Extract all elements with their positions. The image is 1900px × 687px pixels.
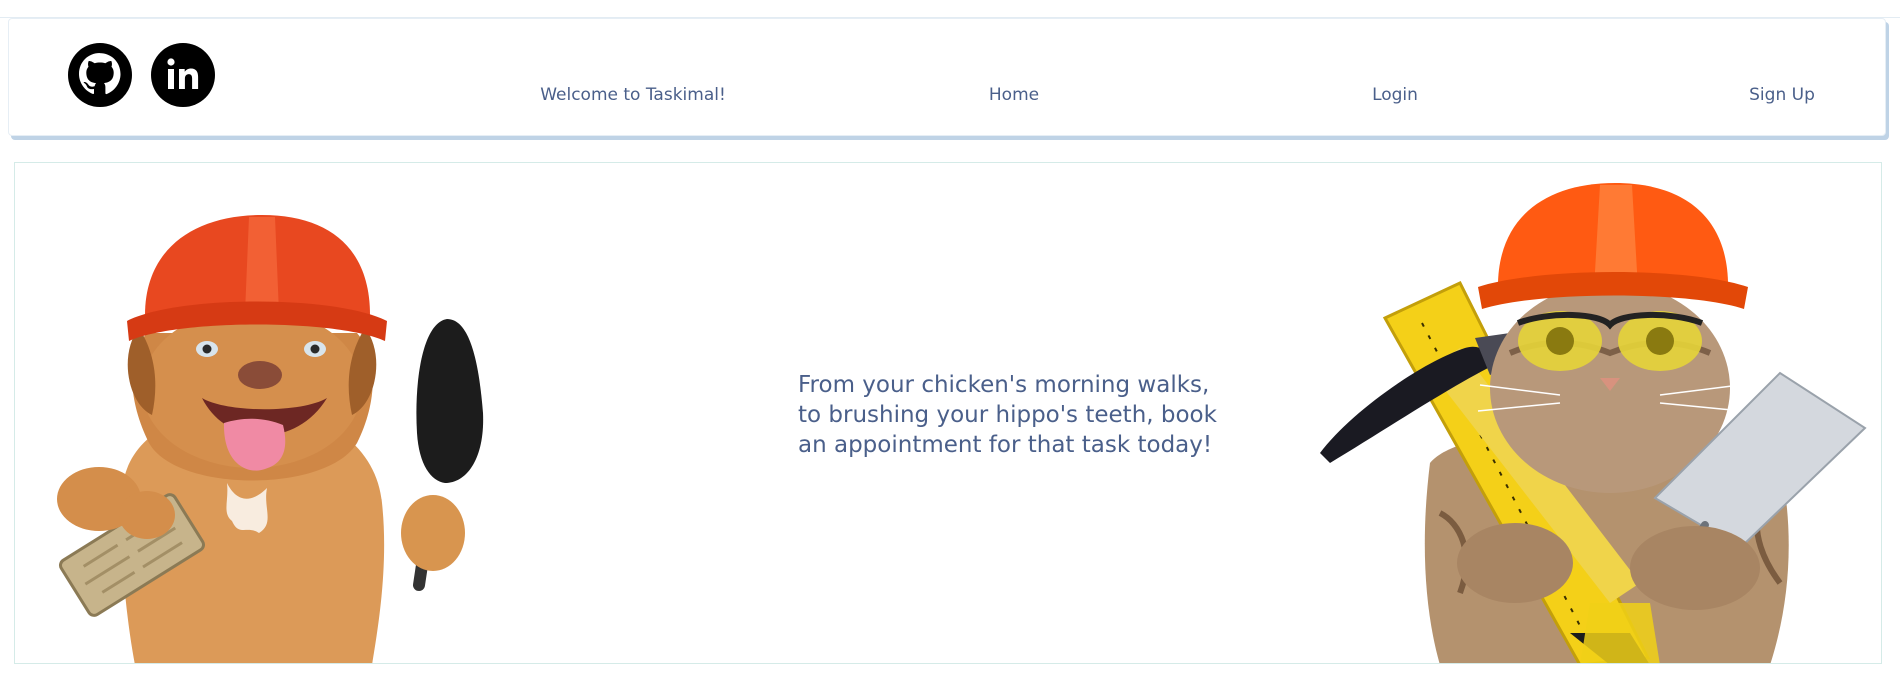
hero-tagline: From your chicken's morning walks, to br… xyxy=(798,372,1217,458)
github-link[interactable] xyxy=(68,43,132,107)
linkedin-icon xyxy=(151,43,215,107)
nav-signup-link[interactable]: Sign Up xyxy=(1749,85,1815,105)
nav-login-link[interactable]: Login xyxy=(1372,85,1418,105)
linkedin-link[interactable] xyxy=(151,43,215,107)
nav-home-link[interactable]: Home xyxy=(989,85,1039,105)
puppy-builder-image xyxy=(57,215,484,663)
github-icon xyxy=(68,43,132,107)
welcome-link[interactable]: Welcome to Taskimal! xyxy=(540,85,726,105)
social-links xyxy=(68,43,215,107)
navbar: Welcome to Taskimal! Home Login Sign Up xyxy=(8,18,1886,136)
hero-banner: From your chicken's morning walks, to br… xyxy=(14,162,1882,664)
cat-builder-image xyxy=(1320,183,1867,663)
